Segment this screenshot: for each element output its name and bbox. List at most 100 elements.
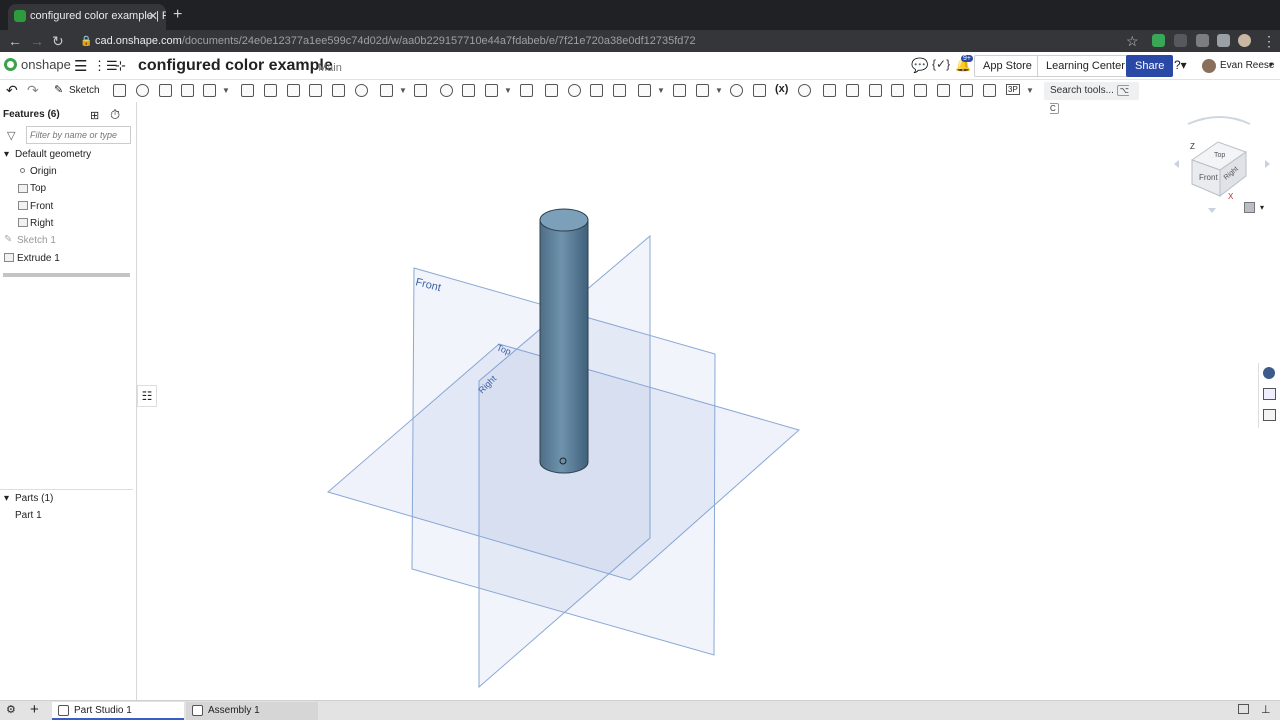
variable-icon[interactable]: (x)	[775, 83, 788, 95]
collapse-chevron-icon[interactable]: ▾	[4, 149, 9, 160]
draft-icon[interactable]	[287, 84, 300, 97]
user-name[interactable]: Evan Reese	[1220, 60, 1274, 71]
extrude-icon[interactable]	[113, 84, 126, 97]
extension-icon[interactable]	[1174, 34, 1187, 47]
cylinder-top-face[interactable]	[539, 208, 589, 232]
rotate-left-icon[interactable]	[1174, 160, 1179, 168]
rotate-arc-icon[interactable]	[1187, 116, 1251, 125]
rotate-down-icon[interactable]	[1208, 208, 1216, 213]
user-avatar[interactable]	[1202, 59, 1216, 73]
tab-manager-icon[interactable]: ⚙	[6, 703, 16, 716]
dropdown-chevron-icon[interactable]: ▼	[715, 86, 723, 95]
boolean-icon[interactable]	[440, 84, 453, 97]
move-face-icon[interactable]	[568, 84, 581, 97]
helix-icon[interactable]	[696, 84, 709, 97]
extension-icon[interactable]	[1196, 34, 1209, 47]
bend-icon[interactable]	[891, 84, 904, 97]
measure-icon[interactable]	[730, 84, 743, 97]
dropdown-chevron-icon[interactable]: ▼	[504, 86, 512, 95]
appearance-panel-icon[interactable]	[1263, 367, 1275, 379]
sketch-button[interactable]: Sketch	[69, 85, 100, 96]
bookmark-star-icon[interactable]: ☆	[1126, 32, 1139, 50]
plane-icon[interactable]	[638, 84, 651, 97]
sheet-metal-icon[interactable]	[823, 84, 836, 97]
modify-fillet-icon[interactable]	[545, 84, 558, 97]
dropdown-chevron-icon[interactable]: ▼	[222, 86, 230, 95]
dropdown-chevron-icon[interactable]: ▼	[657, 86, 665, 95]
pattern-icon[interactable]	[380, 84, 393, 97]
sweep-icon[interactable]	[159, 84, 172, 97]
parts-collapse-chevron-icon[interactable]: ▾	[4, 493, 9, 504]
feature-origin[interactable]: Origin	[30, 166, 57, 177]
replace-face-icon[interactable]	[590, 84, 603, 97]
feature-sketch-1[interactable]: Sketch 1	[17, 235, 56, 246]
sketch-icon[interactable]: ✎	[54, 83, 63, 96]
parts-title[interactable]: Parts (1)	[15, 493, 53, 504]
feature-top[interactable]: Top	[30, 183, 46, 194]
feature-extrude-1[interactable]: Extrude 1	[17, 253, 60, 264]
document-title[interactable]: configured color example	[138, 57, 333, 75]
part-item[interactable]: Part 1	[15, 510, 42, 521]
configurations-panel-icon[interactable]	[1263, 388, 1276, 400]
units-icon[interactable]: ⊥	[1261, 703, 1271, 716]
rollback-timer-icon[interactable]: ⏱	[110, 107, 120, 123]
form-icon[interactable]	[914, 84, 927, 97]
share-button[interactable]: Share	[1126, 55, 1174, 77]
search-tools-input[interactable]: Search tools... ⌥ C	[1044, 82, 1139, 114]
section-view-icon[interactable]	[753, 84, 766, 97]
default-geometry-folder[interactable]: Default geometry	[15, 149, 91, 160]
add-folder-icon[interactable]: ⊞	[90, 109, 99, 122]
gusset-icon[interactable]	[983, 84, 996, 97]
back-icon[interactable]: ←	[8, 32, 22, 50]
add-tab-icon[interactable]: +	[30, 701, 39, 718]
split-icon[interactable]	[462, 84, 475, 97]
shell-icon[interactable]	[332, 84, 345, 97]
forward-icon[interactable]: →	[30, 32, 44, 50]
dropdown-chevron-icon[interactable]: ▼	[399, 86, 407, 95]
view-options-icon[interactable]	[1244, 202, 1255, 213]
fillet-icon[interactable]	[241, 84, 254, 97]
trim-icon[interactable]	[960, 84, 973, 97]
hole-icon[interactable]	[355, 84, 368, 97]
drive-extension-icon[interactable]	[1152, 34, 1165, 47]
browser-menu-icon[interactable]: ⋮	[1262, 32, 1276, 50]
new-tab-icon[interactable]: +	[173, 4, 182, 26]
feature-list-icon[interactable]: ⋮☰	[93, 58, 118, 74]
hamburger-menu-icon[interactable]: ☰	[74, 57, 87, 75]
help-icon[interactable]: ?▾	[1174, 58, 1187, 72]
insert-icon[interactable]: ⊹	[115, 58, 126, 74]
offset-surface-icon[interactable]	[613, 84, 626, 97]
extensions-puzzle-icon[interactable]	[1217, 34, 1230, 47]
onshape-logo[interactable]: onshape	[4, 57, 71, 72]
browser-tab[interactable]: configured color example | Part ✕	[8, 4, 166, 30]
variables-icon[interactable]: {✓}	[932, 57, 950, 71]
bill-of-materials-panel-icon[interactable]	[1263, 409, 1276, 421]
rollback-bar[interactable]	[3, 273, 130, 277]
custom-feature-icon[interactable]: 3P	[1006, 84, 1020, 95]
graphics-area[interactable]: Front Top Right	[138, 102, 1258, 700]
panel-divider[interactable]	[0, 489, 133, 490]
profile-avatar[interactable]	[1238, 34, 1251, 47]
rotate-right-icon[interactable]	[1265, 160, 1270, 168]
revolve-icon[interactable]	[136, 84, 149, 97]
undo-icon[interactable]: ↶	[6, 82, 18, 99]
url-field[interactable]: cad.onshape.com/documents/24e0e12377a1ee…	[95, 32, 696, 50]
feature-filter-input[interactable]	[26, 126, 131, 144]
rib-icon[interactable]	[309, 84, 322, 97]
learning-center-button[interactable]: Learning Center	[1037, 55, 1134, 77]
transform-icon[interactable]	[485, 84, 498, 97]
composite-part-icon[interactable]	[798, 84, 811, 97]
display-settings-icon[interactable]	[1238, 704, 1249, 714]
comments-icon[interactable]: 💬	[911, 57, 928, 74]
mate-connector-icon[interactable]	[673, 84, 686, 97]
frame-icon[interactable]	[937, 84, 950, 97]
delete-part-icon[interactable]	[520, 84, 533, 97]
tab-assembly-1[interactable]: Assembly 1	[186, 702, 318, 720]
tab-icon[interactable]	[869, 84, 882, 97]
thicken-icon[interactable]	[203, 84, 216, 97]
dropdown-chevron-icon[interactable]: ▼	[1026, 86, 1034, 95]
flange-icon[interactable]	[846, 84, 859, 97]
loft-icon[interactable]	[181, 84, 194, 97]
branch-label[interactable]: Main	[318, 62, 342, 74]
feature-front[interactable]: Front	[30, 201, 53, 212]
